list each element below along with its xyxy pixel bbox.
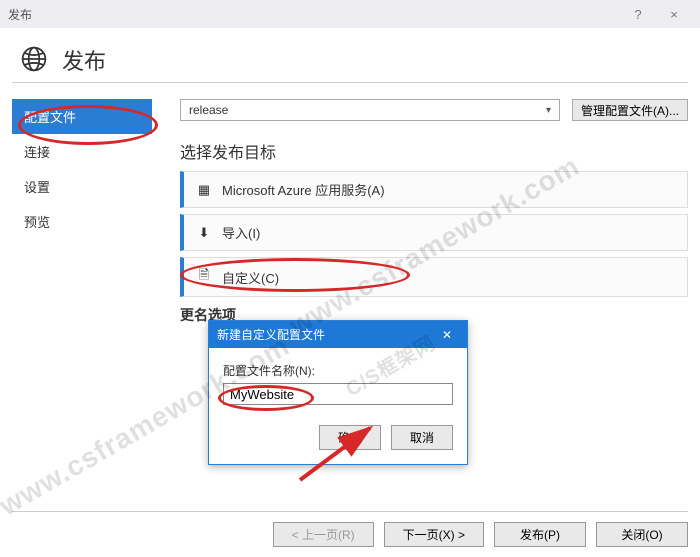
import-icon: ⬇ — [196, 225, 212, 241]
sidebar-item-settings[interactable]: 设置 — [12, 169, 152, 204]
section-title: 选择发布目标 — [180, 139, 688, 163]
ok-button[interactable]: 确定 — [319, 425, 381, 450]
profile-select[interactable]: release ▾ — [180, 99, 560, 121]
sidebar-item-profile[interactable]: 配置文件 — [12, 99, 152, 134]
publish-button[interactable]: 发布(P) — [494, 522, 586, 547]
page-title: 发布 — [62, 44, 106, 76]
chevron-down-icon: ▾ — [546, 105, 551, 116]
main-layout: 配置文件 连接 设置 预览 release ▾ 管理配置文件(A)... 选择发… — [0, 83, 700, 341]
sidebar: 配置文件 连接 设置 预览 — [12, 99, 152, 331]
window-title: 发布 — [8, 6, 32, 23]
target-azure[interactable]: ▦ Microsoft Azure 应用服务(A) — [180, 171, 688, 208]
target-custom[interactable]: 🗎 自定义(C) — [180, 257, 688, 297]
manage-profiles-button[interactable]: 管理配置文件(A)... — [572, 99, 688, 121]
header: 发布 — [0, 28, 700, 82]
profile-name-label: 配置文件名称(N): — [223, 362, 453, 379]
dialog-title: 新建自定义配置文件 — [217, 326, 325, 343]
target-label: 自定义(C) — [222, 268, 279, 287]
footer: < 上一页(R) 下一页(X) > 发布(P) 关闭(O) — [12, 511, 688, 547]
target-import[interactable]: ⬇ 导入(I) — [180, 214, 688, 251]
content: release ▾ 管理配置文件(A)... 选择发布目标 ▦ Microsof… — [152, 99, 688, 331]
prev-button: < 上一页(R) — [273, 522, 374, 547]
help-button[interactable]: ? — [620, 7, 656, 22]
sidebar-item-preview[interactable]: 预览 — [12, 204, 152, 239]
profile-select-value: release — [189, 103, 228, 117]
cancel-button[interactable]: 取消 — [391, 425, 453, 450]
dialog-close-button[interactable]: ✕ — [435, 328, 459, 342]
profile-name-input[interactable] — [223, 383, 453, 405]
close-button[interactable]: 关闭(O) — [596, 522, 688, 547]
next-button[interactable]: 下一页(X) > — [384, 522, 484, 547]
custom-profile-dialog: 新建自定义配置文件 ✕ 配置文件名称(N): 确定 取消 — [208, 320, 468, 465]
sidebar-item-connection[interactable]: 连接 — [12, 134, 152, 169]
globe-icon — [20, 45, 48, 76]
target-label: Microsoft Azure 应用服务(A) — [222, 180, 385, 199]
close-window-button[interactable]: × — [656, 7, 692, 22]
dialog-titlebar: 新建自定义配置文件 ✕ — [209, 321, 467, 348]
azure-icon: ▦ — [196, 182, 212, 198]
titlebar: 发布 ? × — [0, 0, 700, 28]
document-icon: 🗎 — [196, 266, 212, 288]
target-label: 导入(I) — [222, 223, 260, 242]
